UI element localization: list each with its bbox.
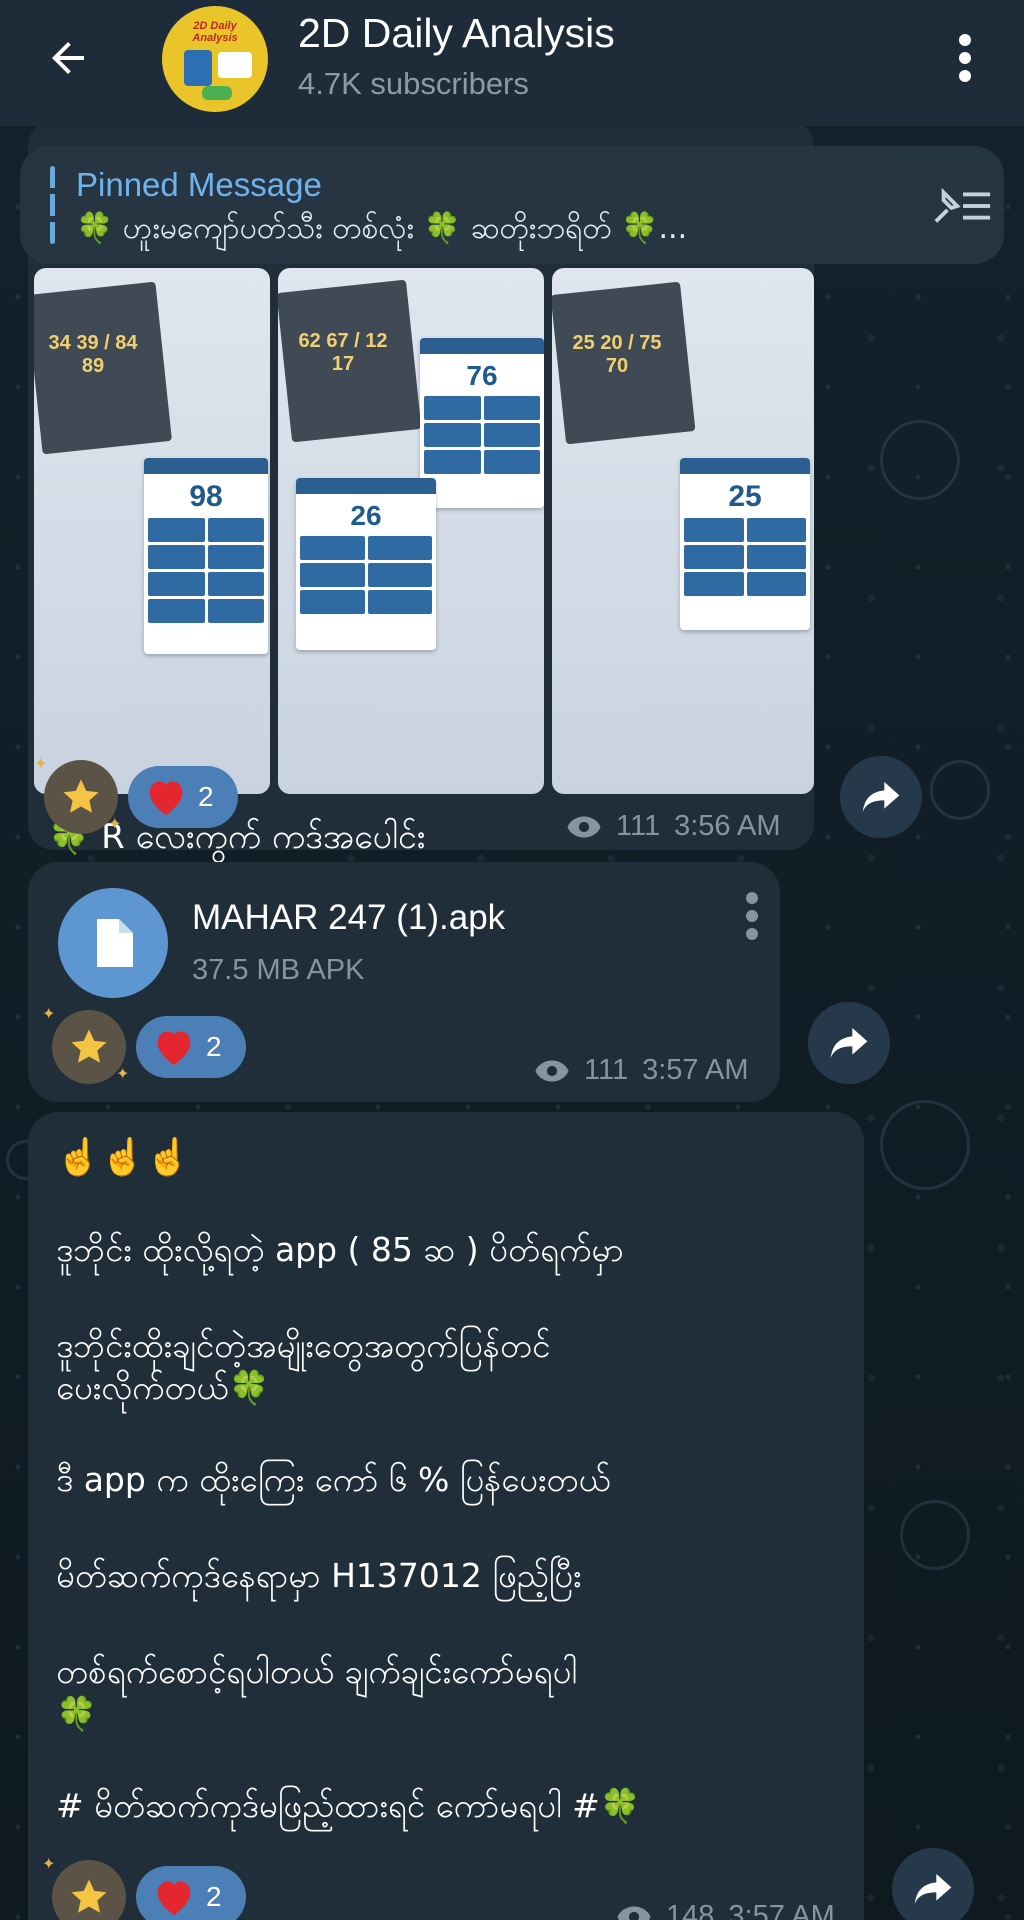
view-count: 148	[666, 1900, 715, 1920]
wallpaper-doodle	[880, 420, 960, 500]
file-icon	[97, 919, 133, 967]
eye-icon	[617, 1906, 651, 1920]
reactions-row: ✦ ✦ 2	[34, 754, 238, 834]
file-name: MAHAR 247 (1).apk	[192, 898, 506, 937]
message-line: ဒူဘိုင်းထိုးချင်တဲ့အမျိုးတွေအတွက်ပြန်တင်	[56, 1326, 551, 1365]
share-arrow-icon	[830, 1028, 868, 1058]
wallpaper-doodle	[880, 1100, 970, 1190]
view-count: 111	[616, 810, 661, 842]
message-meta: 148 3:57 AM	[616, 1900, 835, 1920]
message-line: ဒူဘိုင်း ထိုးလို့ရတဲ့ app ( 85 ဆ ) ပိတ်ရ…	[56, 1230, 624, 1269]
channel-avatar[interactable]: 2D Daily Analysis	[162, 6, 268, 112]
star-reaction[interactable]: ✦ ✦	[34, 754, 121, 834]
file-size: 37.5 MB APK	[192, 954, 365, 986]
message-line: 🍀	[56, 1694, 98, 1733]
avatar-graphic	[184, 50, 212, 86]
pinned-title: Pinned Message	[76, 166, 322, 203]
avatar-title: 2D Daily Analysis	[192, 20, 238, 44]
share-button[interactable]	[840, 756, 922, 838]
photo-top-numbers: 25 20 / 75 70	[572, 332, 662, 377]
result-tile: 98	[144, 458, 268, 654]
photo-2[interactable]: 62 67 / 12 17 76 26	[278, 268, 544, 794]
share-button[interactable]	[808, 1002, 890, 1084]
message-line: ပေးလိုက်တယ်🍀	[56, 1368, 270, 1407]
subscriber-count: 4.7K subscribers	[298, 66, 529, 101]
channel-title[interactable]: 2D Daily Analysis	[298, 10, 615, 57]
heart-count: 2	[206, 1881, 222, 1912]
star-icon	[71, 1879, 107, 1913]
heart-count: 2	[198, 781, 214, 812]
heart-count: 2	[206, 1031, 222, 1062]
result-number: 98	[189, 480, 223, 513]
message-line: ☝️☝️☝️	[56, 1137, 191, 1178]
star-icon	[63, 779, 99, 813]
eye-icon	[567, 816, 601, 837]
star-icon	[71, 1029, 107, 1063]
chat-header: 2D Daily Analysis 2D Daily Analysis 4.7K…	[0, 0, 1024, 126]
result-tile: 26	[296, 478, 436, 650]
avatar-graphic	[218, 52, 252, 78]
reactions-row: ✦ 2	[42, 1854, 246, 1920]
message-line: # မိတ်ဆက်ကုဒ်မဖြည့်ထားရင် ကော်မရပါ #🍀	[56, 1786, 641, 1825]
more-vertical-icon[interactable]	[950, 34, 980, 82]
result-number: 25	[728, 480, 762, 513]
pinned-text: 🍀 ဟူးမကျော်ပတ်သီး တစ်လုံး 🍀 ဆတိုးဘရိတ် 🍀…	[76, 211, 688, 246]
result-number: 76	[466, 360, 498, 391]
photo-1[interactable]: 34 39 / 84 89 98	[34, 268, 270, 794]
result-tile: 25	[680, 458, 810, 630]
heart-icon	[157, 1881, 191, 1916]
message-text[interactable]: ☝️☝️☝️ ဒူဘိုင်း ထိုးလို့ရတဲ့ app ( 85 ဆ …	[28, 1112, 864, 1920]
reactions-row: ✦ ✦ 2	[42, 1004, 246, 1084]
star-reaction[interactable]: ✦	[42, 1854, 126, 1920]
photo-top-numbers: 62 67 / 12 17	[298, 330, 388, 375]
file-menu-icon[interactable]	[742, 892, 762, 940]
share-button[interactable]	[892, 1848, 974, 1920]
heart-reaction[interactable]: 2	[136, 1016, 246, 1078]
heart-icon	[157, 1031, 191, 1066]
eye-icon	[535, 1060, 569, 1081]
share-arrow-icon	[914, 1874, 952, 1904]
wallpaper-doodle	[930, 760, 990, 820]
message-line: တစ်ရက်စောင့်ရပါတယ် ချက်ချင်းကော်မရပါ	[56, 1652, 578, 1691]
heart-reaction[interactable]: 2	[128, 766, 238, 828]
pinned-indicator	[50, 166, 55, 244]
view-count: 111	[584, 1054, 629, 1086]
unpin-list-icon[interactable]	[932, 186, 994, 226]
pinned-message-bar[interactable]: Pinned Message 🍀 ဟူးမကျော်ပတ်သီး တစ်လုံး…	[20, 146, 1004, 264]
heart-reaction[interactable]: 2	[136, 1866, 246, 1920]
wallpaper-doodle	[900, 1500, 970, 1570]
message-time: 3:57 AM	[642, 1054, 749, 1086]
share-arrow-icon	[862, 782, 900, 812]
message-meta: 111 3:57 AM	[534, 1054, 749, 1087]
message-file[interactable]: MAHAR 247 (1).apk 37.5 MB APK ✦ ✦ 2 111 …	[28, 862, 780, 1102]
message-line: ဒီ app က ထိုးကြေး ကော် ၆ % ပြန်ပေးတယ်	[56, 1460, 611, 1499]
photo-grid: 34 39 / 84 89 98 62 67 / 12 17 76 26 25 …	[34, 268, 814, 794]
result-number: 26	[350, 500, 382, 531]
star-reaction[interactable]: ✦ ✦	[42, 1004, 129, 1084]
heart-icon	[149, 781, 183, 816]
file-download-button[interactable]	[58, 888, 168, 998]
message-line: မိတ်ဆက်ကုဒ်နေရာမှာ H137012 ဖြည့်ပြီး	[56, 1556, 582, 1595]
photo-3[interactable]: 25 20 / 75 70 25	[552, 268, 814, 794]
message-meta: 111 3:56 AM	[566, 810, 781, 843]
result-tile: 76	[420, 338, 544, 508]
photo-top-numbers: 34 39 / 84 89	[48, 332, 138, 377]
avatar-graphic	[202, 86, 232, 100]
message-time: 3:57 AM	[728, 1900, 835, 1920]
back-arrow-icon[interactable]	[44, 34, 92, 82]
message-time: 3:56 AM	[674, 810, 781, 842]
